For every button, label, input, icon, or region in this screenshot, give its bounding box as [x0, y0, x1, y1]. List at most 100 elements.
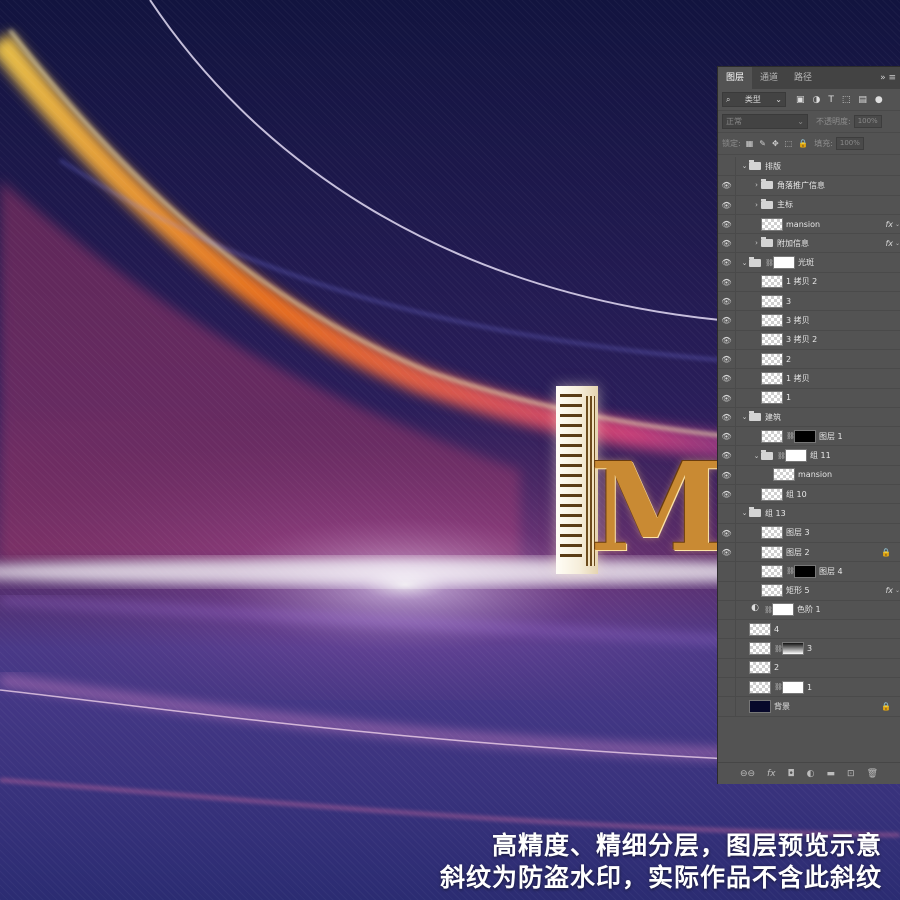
layer-mask-thumbnail[interactable] [794, 429, 816, 443]
chevron-down-icon[interactable]: ⌄ [740, 509, 749, 517]
visibility-eye-icon[interactable]: 👁 [718, 542, 736, 562]
filter-kind-select[interactable]: ⌕ 类型 ⌄ [722, 92, 786, 107]
trash-icon[interactable]: 🗑 [867, 769, 878, 779]
visibility-eye-icon[interactable]: 👁 [718, 678, 736, 697]
visibility-eye-icon[interactable]: 👁 [718, 253, 736, 272]
adjustment-icon[interactable]: ◐ [807, 769, 815, 779]
fill-field[interactable]: 100% [835, 137, 864, 150]
chevron-down-icon[interactable]: ⌄ [740, 259, 749, 267]
layer-row[interactable]: 👁 图层 3 [718, 523, 900, 543]
folder-icon[interactable]: ▬ [827, 769, 836, 779]
visibility-eye-icon[interactable]: 👁 [718, 639, 736, 658]
layer-row[interactable]: 👁2 [718, 349, 900, 370]
lock-paint-icon[interactable]: ✎ [759, 139, 766, 148]
layer-mask-thumbnail[interactable] [773, 256, 795, 270]
layer-row[interactable]: 👁 mansion fx ⌄ [718, 214, 900, 235]
visibility-eye-icon[interactable]: 👁 [718, 562, 736, 581]
shape-filter-icon[interactable]: ⬚ [842, 95, 851, 105]
visibility-eye-icon[interactable]: 👁 [718, 292, 736, 311]
layer-mask-thumbnail[interactable] [782, 680, 804, 694]
visibility-eye-icon[interactable]: 👁 [718, 658, 736, 678]
layer-row[interactable]: 👁 3 [718, 292, 900, 312]
layer-row[interactable]: 👁 ⛓ 图层 1 [718, 427, 900, 447]
link-icon[interactable]: ⊖⊖ [740, 769, 755, 779]
layer-row[interactable]: 👁 ⛓ 1 [718, 678, 900, 698]
layer-row[interactable]: 👁 ⌄ 建筑 [718, 407, 900, 428]
chevron-down-icon[interactable]: ⌄ [740, 413, 749, 421]
visibility-eye-icon[interactable]: 👁 [718, 388, 736, 407]
fx-icon[interactable]: fx [767, 769, 776, 779]
layer-row[interactable]: 👁 1 [718, 388, 900, 408]
visibility-eye-icon[interactable]: 👁 [718, 157, 736, 176]
chevron-down-icon[interactable]: ⌄ [752, 452, 761, 460]
visibility-eye-icon[interactable]: 👁 [718, 465, 736, 485]
layer-row[interactable]: 👁 组 10 [718, 485, 900, 505]
layer-row[interactable]: 👁 背景 🔒 [718, 697, 900, 717]
layer-row[interactable]: 👁 ⛓ 图层 4 [718, 562, 900, 582]
visibility-eye-icon[interactable]: 👁 [718, 581, 736, 600]
lock-artboard-icon[interactable]: ⬚ [785, 139, 793, 148]
mask-icon[interactable]: ◘ [788, 769, 795, 779]
visibility-eye-icon[interactable]: 👁 [718, 485, 736, 504]
lock-transparent-icon[interactable]: ▦ [746, 139, 754, 148]
fx-icon[interactable]: fx [885, 239, 893, 248]
visibility-eye-icon[interactable]: 👁 [718, 697, 736, 716]
layer-row[interactable]: 👁 3 拷贝 2 [718, 330, 900, 350]
layer-mask-thumbnail[interactable] [794, 564, 816, 578]
chevron-down-icon[interactable]: ⌄ [895, 240, 900, 247]
filter-toggle-icon[interactable]: ● [875, 95, 883, 105]
visibility-eye-icon[interactable]: 👁 [718, 330, 736, 349]
visibility-eye-icon[interactable]: 👁 [718, 195, 736, 214]
visibility-eye-icon[interactable]: 👁 [718, 620, 736, 639]
visibility-eye-icon[interactable]: 👁 [718, 176, 736, 195]
visibility-eye-icon[interactable]: 👁 [718, 427, 736, 446]
layer-row[interactable]: 👁2 [718, 658, 900, 679]
adjustment-filter-icon[interactable]: ◑ [813, 95, 821, 105]
layer-row[interactable]: 👁 ⌄ 组 13 [718, 504, 900, 524]
chevron-right-icon[interactable]: › [752, 239, 761, 247]
visibility-eye-icon[interactable]: 👁 [718, 272, 736, 292]
tab-channels[interactable]: 通道 [752, 67, 786, 89]
visibility-eye-icon[interactable]: 👁 [718, 214, 736, 234]
layer-mask-thumbnail[interactable] [772, 603, 794, 617]
layer-row[interactable]: 👁 › 主标 [718, 195, 900, 215]
lock-position-icon[interactable]: ✥ [772, 139, 779, 148]
chevron-right-icon[interactable]: › [752, 201, 761, 209]
fx-icon[interactable]: fx [885, 586, 893, 595]
visibility-eye-icon[interactable]: 👁 [718, 504, 736, 523]
new-layer-icon[interactable]: ⊡ [847, 769, 855, 779]
layer-row[interactable]: 👁 ⌄ 排版 [718, 157, 900, 177]
type-filter-icon[interactable]: T [828, 95, 834, 105]
chevron-right-icon[interactable]: › [752, 181, 761, 189]
layer-row[interactable]: 👁 1 拷贝 [718, 369, 900, 389]
visibility-eye-icon[interactable]: 👁 [718, 407, 736, 427]
layer-row[interactable]: 👁 ◐ ⛓ 色阶 1 [718, 600, 900, 621]
panel-menu-icon[interactable]: » ≡ [880, 67, 896, 89]
layer-row[interactable]: 👁 › 角落推广信息 [718, 176, 900, 196]
tab-layers[interactable]: 图层 [718, 67, 753, 89]
layer-row[interactable]: 👁 ⌄ ⛓ 光斑 [718, 253, 900, 273]
layer-row[interactable]: 👁 图层 2 🔒 [718, 542, 900, 563]
visibility-eye-icon[interactable]: 👁 [718, 349, 736, 369]
blend-mode-select[interactable]: 正常 ⌄ [722, 114, 808, 129]
layer-row[interactable]: 👁 1 拷贝 2 [718, 272, 900, 293]
layer-row[interactable]: 👁4 [718, 620, 900, 640]
pixel-filter-icon[interactable]: ▣ [796, 95, 805, 105]
chevron-down-icon[interactable]: ⌄ [740, 162, 749, 170]
layer-row[interactable]: 👁 矩形 5 fx⌄ [718, 581, 900, 601]
layer-row[interactable]: 👁 3 拷贝 [718, 311, 900, 331]
fx-icon[interactable]: fx [885, 220, 893, 229]
layer-row[interactable]: 👁 › 附加信息 fx ⌄ [718, 234, 900, 254]
tab-paths[interactable]: 路径 [786, 67, 820, 89]
visibility-eye-icon[interactable]: 👁 [718, 446, 736, 465]
lock-all-icon[interactable]: 🔒 [798, 139, 808, 148]
layer-mask-thumbnail[interactable] [782, 642, 804, 656]
visibility-eye-icon[interactable]: 👁 [718, 311, 736, 330]
chevron-down-icon[interactable]: ⌄ [895, 221, 900, 228]
layer-row[interactable]: 👁 mansion [718, 465, 900, 486]
visibility-eye-icon[interactable]: 👁 [718, 234, 736, 253]
visibility-eye-icon[interactable]: 👁 [718, 600, 736, 620]
visibility-eye-icon[interactable]: 👁 [718, 523, 736, 542]
layer-row[interactable]: 👁 ⛓ 3 [718, 639, 900, 659]
visibility-eye-icon[interactable]: 👁 [718, 369, 736, 388]
